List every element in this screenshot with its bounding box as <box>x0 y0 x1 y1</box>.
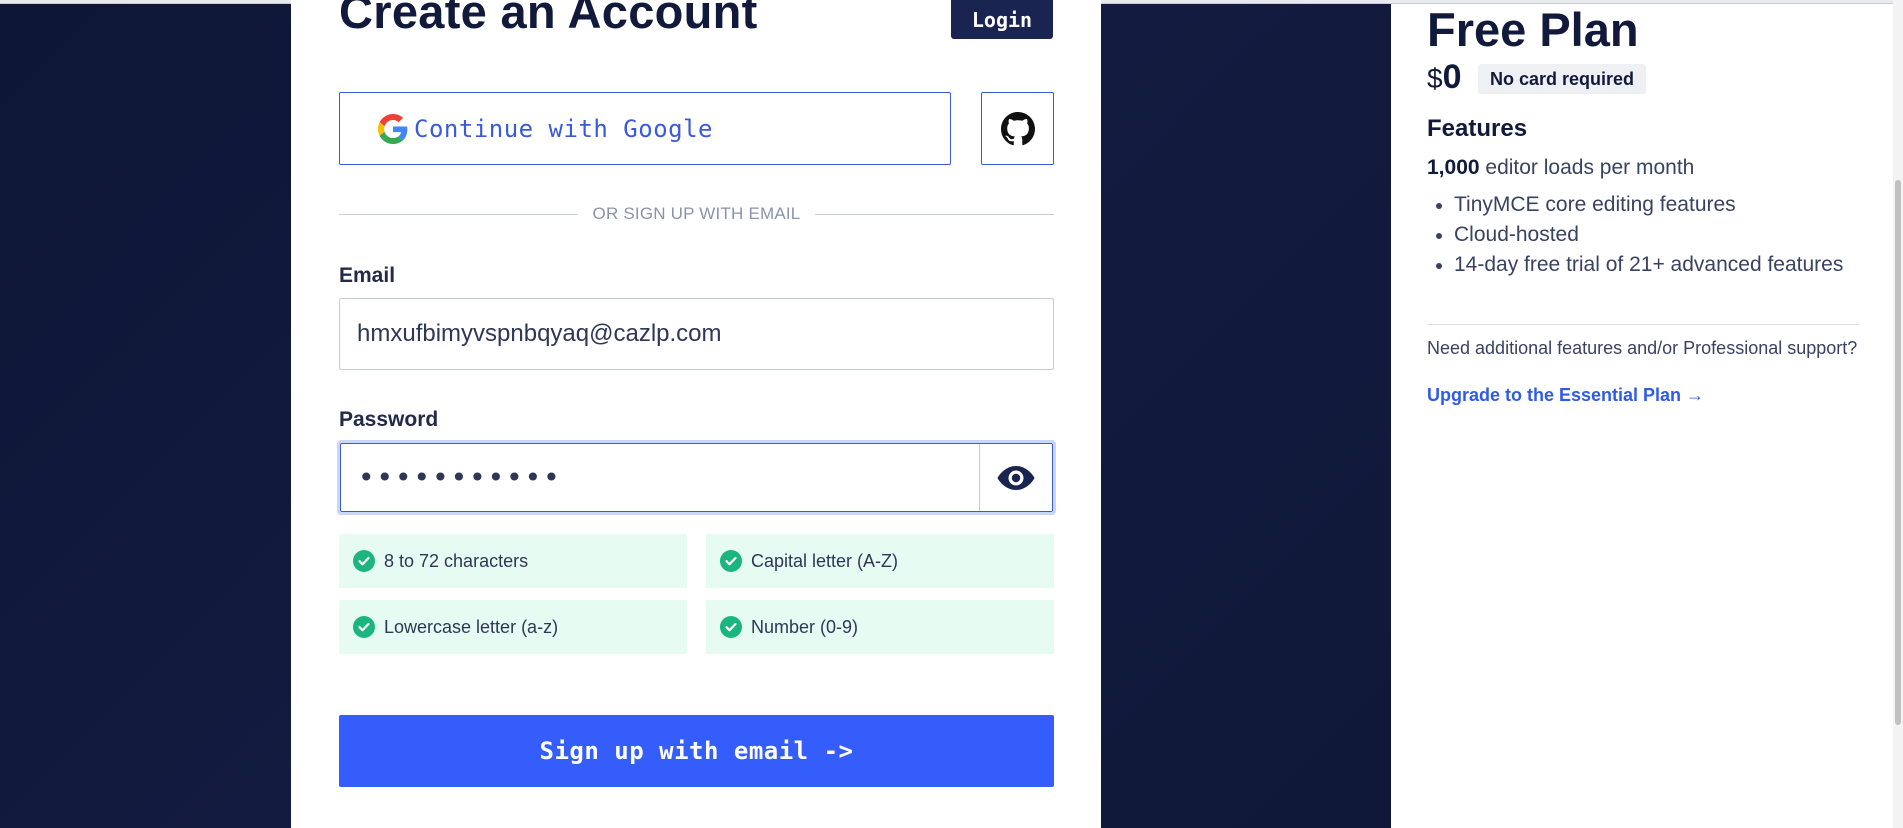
requirement-capital: Capital letter (A-Z) <box>706 534 1054 588</box>
plan-price: $0 <box>1427 58 1462 97</box>
divider-line-right <box>815 213 1055 215</box>
eye-icon <box>996 464 1036 492</box>
panel-divider <box>1427 324 1859 325</box>
divider-line-left <box>339 213 578 215</box>
bullet-icon <box>1436 263 1442 269</box>
email-field[interactable] <box>339 298 1054 370</box>
password-field-container <box>340 443 1053 512</box>
show-password-button[interactable] <box>979 444 1052 511</box>
scrollbar-thumb[interactable] <box>1895 180 1901 725</box>
plan-title: Free Plan <box>1427 3 1639 56</box>
divider-text: OR SIGN UP WITH EMAIL <box>592 204 801 223</box>
sign-up-with-email-button[interactable]: Sign up with email -> <box>339 715 1054 787</box>
password-focus-ring <box>337 440 1056 515</box>
email-divider: OR SIGN UP WITH EMAIL <box>339 204 1055 224</box>
editor-loads: 1,000 editor loads per month <box>1427 156 1694 180</box>
requirement-lowercase: Lowercase letter (a-z) <box>339 600 687 654</box>
continue-with-google-button[interactable]: Continue with Google <box>339 92 951 165</box>
requirement-label: Number (0-9) <box>751 616 859 637</box>
feature-text: Cloud-hosted <box>1454 223 1579 246</box>
list-item: 14-day free trial of 21+ advanced featur… <box>1427 250 1867 280</box>
price-amount: 0 <box>1442 58 1462 96</box>
check-circle-icon <box>353 616 375 638</box>
check-circle-icon <box>720 550 742 572</box>
requirement-label: 8 to 72 characters <box>384 550 529 571</box>
no-card-badge: No card required <box>1478 64 1647 94</box>
price-currency: $ <box>1427 63 1443 94</box>
editor-loads-text: editor loads per month <box>1479 156 1695 179</box>
upsell-text: Need additional features and/or Professi… <box>1427 338 1858 358</box>
upgrade-essential-link[interactable]: Upgrade to the Essential Plan → <box>1427 385 1704 406</box>
check-circle-icon <box>720 616 742 638</box>
requirement-label: Capital letter (A-Z) <box>751 550 899 571</box>
feature-text: TinyMCE core editing features <box>1454 193 1736 216</box>
features-heading: Features <box>1427 115 1528 142</box>
bullet-icon <box>1436 233 1442 239</box>
google-button-label: Continue with Google <box>414 114 713 143</box>
requirement-label: Lowercase letter (a-z) <box>384 616 559 637</box>
continue-with-github-button[interactable] <box>981 92 1054 165</box>
github-icon <box>1000 111 1035 146</box>
requirement-number: Number (0-9) <box>706 600 1054 654</box>
page-title: Create an Account <box>339 0 758 38</box>
requirement-length: 8 to 72 characters <box>339 534 687 588</box>
bullet-icon <box>1436 203 1442 209</box>
email-label: Email <box>339 264 396 287</box>
password-field[interactable] <box>341 444 979 511</box>
login-button[interactable]: Login <box>951 0 1053 39</box>
feature-list: TinyMCE core editing features Cloud-host… <box>1427 190 1867 280</box>
feature-text: 14-day free trial of 21+ advanced featur… <box>1454 253 1844 276</box>
list-item: TinyMCE core editing features <box>1427 190 1867 220</box>
list-item: Cloud-hosted <box>1427 220 1867 250</box>
editor-loads-count: 1,000 <box>1427 156 1480 179</box>
password-label: Password <box>339 408 439 431</box>
check-circle-icon <box>353 550 375 572</box>
google-icon <box>378 113 408 144</box>
